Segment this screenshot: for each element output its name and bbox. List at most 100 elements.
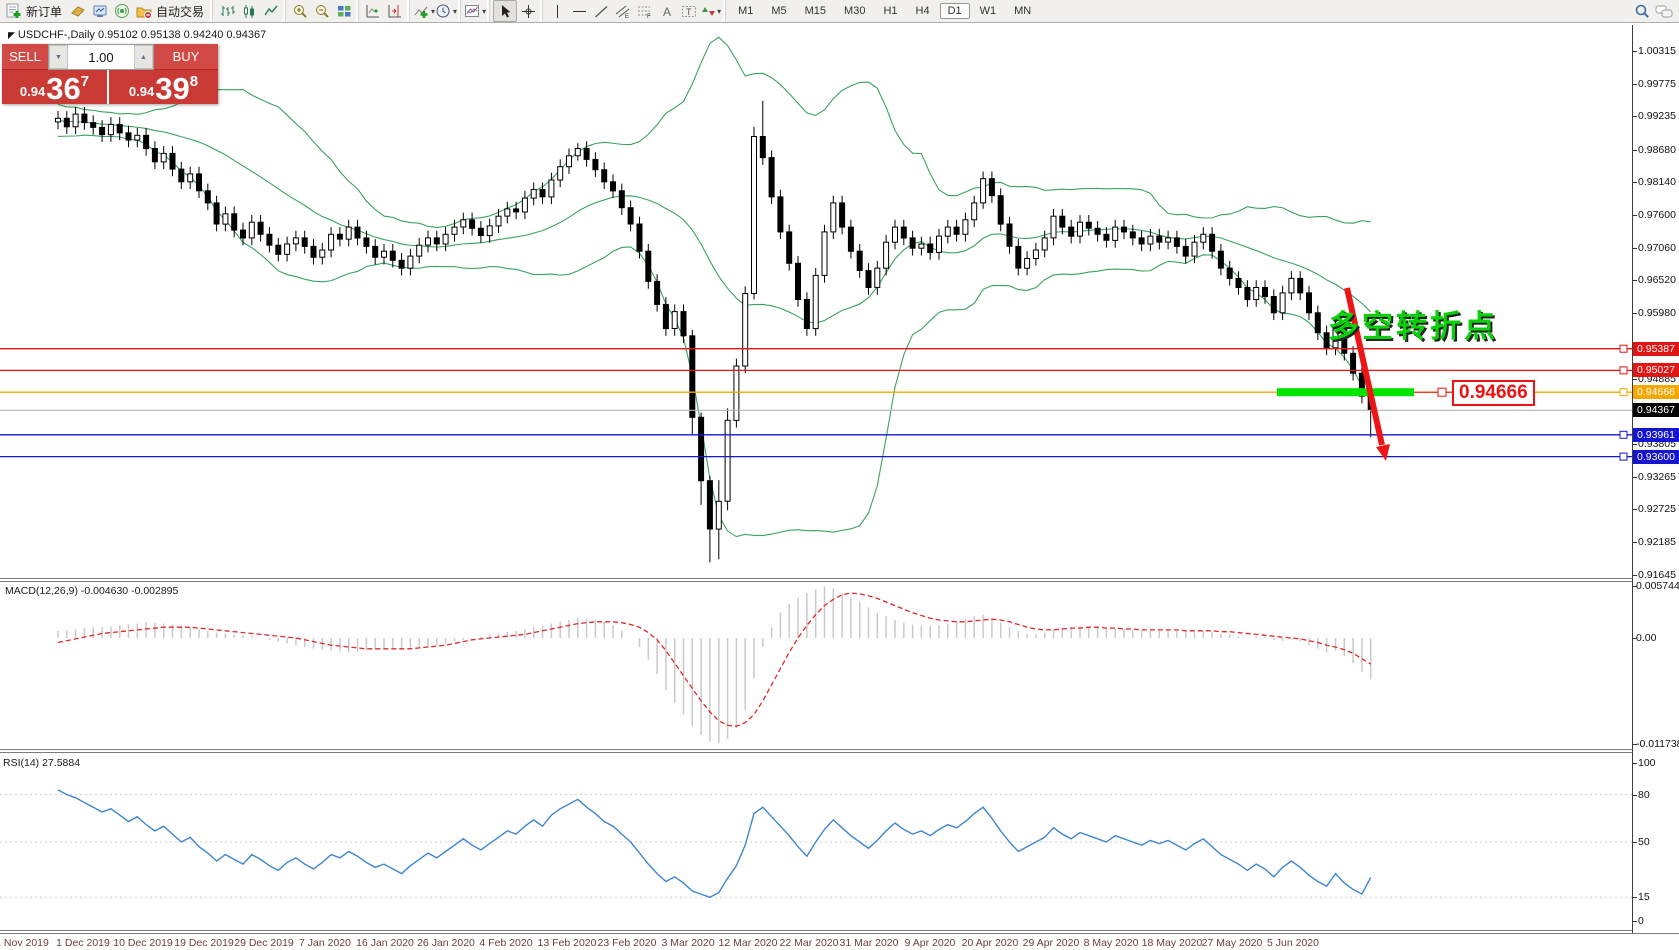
autotrade-button[interactable] [133,1,155,21]
community-chat-button[interactable] [1653,1,1675,21]
autotrade-label[interactable]: 自动交易 [156,3,204,20]
timeframe-button-D1[interactable]: D1 [940,3,970,19]
macd-histogram [58,587,1371,744]
date-label: 18 May 2020 [1142,937,1203,949]
text-icon: A [660,4,675,19]
bar-chart-button[interactable] [216,1,238,21]
sell-price-quote[interactable]: 0.94367 [2,70,107,104]
indicators-button[interactable]: ▾ [413,1,435,21]
horizontal-line-button[interactable] [568,1,590,21]
candle [390,244,395,268]
new-order-button[interactable] [3,1,25,21]
cursor-button[interactable] [493,0,517,22]
timeframe-button-W1[interactable]: W1 [972,3,1005,19]
charts-book-button[interactable] [67,1,89,21]
volume-spinner: ▼ ▲ [48,44,154,70]
equidistant-channel-button[interactable]: E [612,1,634,21]
price-tag-handle[interactable] [1438,388,1446,396]
line-chart-button[interactable] [260,1,282,21]
volume-increase-button[interactable]: ▲ [134,45,153,69]
candle [752,127,757,300]
timeframe-button-H4[interactable]: H4 [908,3,938,19]
text-button[interactable]: A [656,1,678,21]
macd-indicator-panel[interactable] [0,582,1632,748]
periods-button[interactable]: ▾ [435,1,457,21]
auto-scroll-button[interactable] [362,1,384,21]
candle [787,225,792,271]
tile-windows-icon [336,3,353,20]
timeframe-button-H1[interactable]: H1 [875,3,905,19]
price-badge: 0.93961 [1633,428,1679,442]
signals-button[interactable] [111,1,133,21]
panel-separator[interactable] [0,749,1679,750]
zoom-in-button[interactable] [289,1,311,21]
templates-button[interactable]: ▾ [464,1,486,21]
candlestick-chart-button[interactable] [238,1,260,21]
candle [1130,225,1135,246]
candle [258,215,263,242]
trendline-button[interactable] [590,1,612,21]
toolbar-group-timeframes: M1M5M15M30H1H4D1W1MN [725,0,1043,22]
auto-scroll-icon [365,3,382,20]
candle [1060,209,1065,234]
candle [901,220,906,245]
price-tick-label: 0.92185 [1638,536,1676,548]
candle [399,253,404,275]
date-label: 1 Nov 2019 [0,937,49,949]
volume-decrease-button[interactable]: ▼ [49,45,68,69]
panel-separator[interactable] [0,578,1679,579]
candle [910,231,915,256]
price-axis[interactable]: 1.003150.997750.992350.986800.981400.976… [1632,25,1679,933]
arrows-button[interactable]: ▾ [700,1,722,21]
green-support-bar[interactable] [1277,388,1414,396]
tile-windows-button[interactable] [333,1,355,21]
panel-separator[interactable] [0,752,1679,753]
fibonacci-button[interactable]: F [634,1,656,21]
candle [82,107,87,130]
buy-price-quote[interactable]: 0.94398 [109,70,218,104]
chart-shift-button[interactable] [384,1,406,21]
volume-input[interactable] [68,45,134,69]
price-tag-annotation[interactable]: 0.94666 [1452,380,1535,406]
rsi-indicator-panel[interactable] [0,753,1632,931]
candle [945,220,950,244]
timeframe-button-M1[interactable]: M1 [730,3,761,19]
time-axis[interactable]: 1 Nov 20191 Dec 201910 Dec 201919 Dec 20… [0,933,1679,950]
candle [769,150,774,204]
rsi-tick-label: 50 [1638,836,1650,848]
timeframe-button-MN[interactable]: MN [1006,3,1039,19]
sell-button[interactable]: SELL [2,44,48,70]
text-label-button[interactable]: T [678,1,700,21]
market-watch-button[interactable] [89,1,111,21]
candle [1218,244,1223,275]
candle [56,111,61,129]
candle [1307,286,1312,320]
panel-separator[interactable] [0,581,1679,582]
vertical-line-button[interactable] [546,1,568,21]
horizontal-level-line[interactable] [0,367,1632,374]
axis-tick-mark [1633,51,1637,52]
macd-tick-label: 0.005744 [1636,580,1679,592]
candle [1166,231,1171,250]
zoom-out-button[interactable] [311,1,333,21]
candle [734,359,739,428]
horizontal-level-line[interactable] [0,345,1632,352]
text-label-icon: T [681,4,697,19]
timeframe-button-M15[interactable]: M15 [797,3,834,19]
timeframe-button-M30[interactable]: M30 [836,3,873,19]
new-order-label[interactable]: 新订单 [26,3,62,20]
candle [1174,231,1179,254]
toolbar-right [1631,0,1675,22]
price-badge: 0.95027 [1633,363,1679,377]
buy-button[interactable]: BUY [154,44,218,70]
horizontal-level-line[interactable] [0,431,1632,438]
crosshair-button[interactable] [517,1,539,21]
chart-title-text: USDCHF-,Daily 0.95102 0.95138 0.94240 0.… [18,29,266,41]
date-label: 20 Apr 2020 [962,937,1019,949]
search-button[interactable] [1631,1,1653,21]
toolbar-group-standard: 新订单 自动交易 [0,0,212,22]
candle [663,297,668,336]
price-tick-label: 0.93265 [1638,471,1676,483]
timeframe-button-M5[interactable]: M5 [763,3,794,19]
date-label: 16 Jan 2020 [356,937,414,949]
